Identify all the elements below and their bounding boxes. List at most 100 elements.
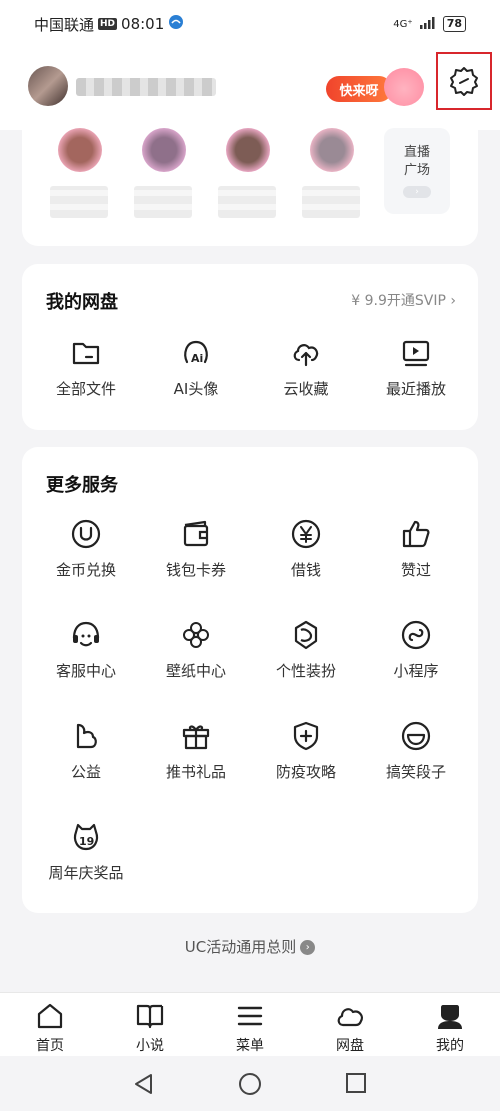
cloud-upload-icon: [293, 344, 319, 367]
netdisk-title: 我的网盘: [46, 292, 118, 313]
live-name-blurred: [50, 186, 108, 218]
bottom-tab-bar: 首页 小说 菜单 网盘 我的: [0, 992, 500, 1056]
tab-label: 小说: [136, 1038, 164, 1054]
system-nav-bar: [0, 1056, 500, 1111]
tab-label: 网盘: [336, 1038, 364, 1054]
tab-mine[interactable]: 我的: [415, 1001, 485, 1055]
grid-item-coin-exchange[interactable]: 金币兑换: [31, 517, 141, 580]
home-circle-icon[interactable]: [238, 1072, 262, 1096]
grid-item-epidemic-guide[interactable]: 防疫攻略: [251, 719, 361, 782]
grid-item-label: 赞过: [400, 561, 431, 579]
grid-item-label: 个性装扮: [275, 662, 336, 680]
back-triangle-icon[interactable]: [132, 1072, 154, 1096]
network-label: 4G⁺: [393, 18, 413, 30]
activity-rules-link[interactable]: UC活动通用总则 ›: [0, 936, 500, 957]
netdisk-card: 我的网盘 ¥ 9.9开通SVIP › 全部文件 Ai AI头像 云收藏 最近播放: [22, 264, 478, 430]
promo-label: 快来呀: [326, 76, 392, 102]
tab-label: 我的: [436, 1038, 464, 1054]
ai-avatar-icon: Ai: [184, 340, 208, 365]
avatar[interactable]: [28, 66, 68, 106]
live-plaza-line1: 直播: [403, 145, 430, 160]
chevron-right-icon: ›: [403, 186, 431, 198]
live-plaza-line2: 广场: [403, 163, 430, 178]
grid-item-label: 钱包卡券: [165, 561, 226, 579]
recents-square-icon[interactable]: [345, 1072, 367, 1094]
grid-item-wallet[interactable]: 钱包卡券: [141, 517, 251, 580]
grid-item-label: 公益: [70, 763, 101, 781]
carrier-label: 中国联通: [34, 15, 95, 34]
svg-text:19: 19: [79, 835, 94, 848]
home-icon: [37, 1003, 63, 1029]
grid-item-jokes[interactable]: 搞笑段子: [361, 719, 471, 782]
tab-netdisk[interactable]: 网盘: [315, 1001, 385, 1055]
grid-item-cloud-favorites[interactable]: 云收藏: [251, 336, 361, 399]
grid-item-label: 全部文件: [55, 380, 116, 398]
live-name-blurred: [134, 186, 192, 218]
live-avatar[interactable]: [226, 128, 270, 172]
live-avatar[interactable]: [58, 128, 102, 172]
services-card: 更多服务 金币兑换 钱包卡券 借钱 赞过 客服中心 壁纸中心 个性装扮 小程序 …: [22, 447, 478, 913]
svg-text:Ai: Ai: [191, 352, 203, 365]
folder-icon: [72, 342, 100, 365]
grid-item-label: 金币兑换: [55, 561, 116, 579]
tab-label: 菜单: [236, 1038, 264, 1054]
grid-item-borrow[interactable]: 借钱: [251, 517, 361, 580]
svip-link[interactable]: ¥ 9.9开通SVIP ›: [351, 290, 456, 310]
menu-icon: [237, 1006, 263, 1026]
grid-item-theme[interactable]: 个性装扮: [251, 618, 361, 681]
tab-novel[interactable]: 小说: [115, 1001, 185, 1055]
tab-home[interactable]: 首页: [15, 1001, 85, 1055]
battery-indicator: 78: [442, 16, 466, 32]
settings-button[interactable]: [436, 52, 492, 110]
grid-item-label: 防疫攻略: [275, 763, 336, 781]
clock: 08:01: [121, 15, 165, 33]
play-screen-icon: [402, 340, 430, 367]
coin-icon: [71, 519, 101, 549]
grid-item-all-files[interactable]: 全部文件: [31, 336, 141, 399]
grid-item-charity[interactable]: 公益: [31, 719, 141, 782]
live-name-blurred: [302, 186, 360, 218]
chevron-right-icon: ›: [300, 940, 316, 955]
grid-item-label: 最近播放: [385, 380, 446, 398]
grid-item-label: 搞笑段子: [385, 763, 446, 781]
grid-item-label: 小程序: [393, 662, 439, 680]
grid-item-ai-avatar[interactable]: Ai AI头像: [141, 336, 251, 399]
pig-mascot-icon: [384, 68, 424, 106]
live-streamers-card: 直播 广场 ›: [22, 116, 478, 246]
grid-item-customer-service[interactable]: 客服中心: [31, 618, 141, 681]
shield-plus-icon: [293, 721, 319, 751]
grid-item-label: 云收藏: [283, 380, 329, 398]
live-avatar[interactable]: [310, 128, 354, 172]
status-bar: 中国联通 HD 08:01 4G⁺ 78: [0, 0, 500, 48]
grid-item-label: AI头像: [173, 380, 219, 398]
grid-item-label: 壁纸中心: [165, 662, 226, 680]
smile-icon: [401, 721, 431, 751]
activity-rules-label: UC活动通用总则: [184, 938, 297, 956]
grid-item-label: 客服中心: [55, 662, 116, 680]
live-avatar[interactable]: [142, 128, 186, 172]
grid-item-liked[interactable]: 赞过: [361, 517, 471, 580]
tab-label: 首页: [36, 1038, 64, 1054]
grid-item-label: 周年庆奖品: [48, 864, 124, 882]
mini-program-icon: [401, 620, 431, 650]
notification-icon: [168, 14, 184, 34]
gift-icon: [182, 725, 210, 750]
grid-item-recent-play[interactable]: 最近播放: [361, 336, 471, 399]
grid-item-wallpaper[interactable]: 壁纸中心: [141, 618, 251, 681]
live-plaza-button[interactable]: 直播 广场 ›: [384, 128, 450, 214]
signal-icon: [419, 16, 437, 33]
live-name-blurred: [218, 186, 276, 218]
cloud-icon: [337, 1008, 363, 1027]
grid-item-mini-program[interactable]: 小程序: [361, 618, 471, 681]
gear-icon: [450, 67, 478, 96]
promo-banner[interactable]: 快来呀: [326, 68, 426, 106]
wallet-icon: [183, 520, 209, 547]
grid-item-anniversary-prize[interactable]: 19 周年庆奖品: [31, 820, 141, 883]
tab-menu[interactable]: 菜单: [215, 1001, 285, 1055]
charity-icon: [76, 723, 97, 749]
user-icon: [438, 1005, 462, 1029]
grid-item-gift[interactable]: 推书礼品: [141, 719, 251, 782]
thumbs-up-icon: [402, 520, 430, 548]
username-blurred[interactable]: [76, 78, 216, 96]
grid-item-label: 借钱: [290, 561, 321, 579]
